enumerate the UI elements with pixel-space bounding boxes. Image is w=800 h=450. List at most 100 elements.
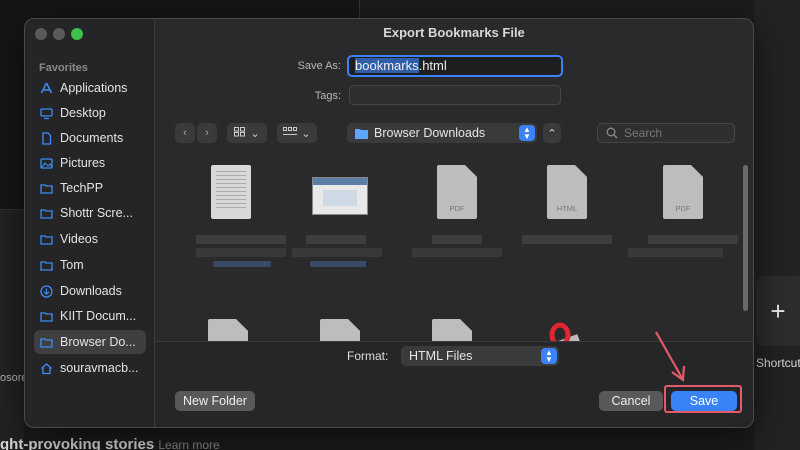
file-type-label: HTML	[556, 204, 578, 213]
file-tag	[213, 261, 271, 267]
forward-button[interactable]: ›	[197, 123, 217, 143]
background-heading: ght-provoking stories Learn more	[0, 436, 220, 450]
save-dialog: Favorites Applications Desktop Documents…	[24, 18, 754, 428]
file-item[interactable]: HTML	[512, 155, 622, 265]
icon-view-button[interactable]: ⌄	[227, 123, 267, 143]
save-as-input[interactable]: bookmarks.html	[347, 55, 563, 77]
filename-extension: .html	[418, 58, 447, 73]
sidebar-item-label: Downloads	[60, 284, 122, 298]
sidebar-item-label: Applications	[60, 81, 128, 95]
file-item[interactable]	[410, 305, 520, 341]
zoom-window-button[interactable]	[71, 28, 83, 40]
format-value: HTML Files	[409, 349, 473, 363]
sidebar-item-home[interactable]: souravmacb...	[34, 356, 146, 380]
background-panel	[754, 0, 800, 450]
sidebar: Favorites Applications Desktop Documents…	[25, 19, 155, 427]
close-window-button[interactable]	[35, 28, 47, 40]
file-item[interactable]	[298, 305, 408, 341]
dialog-title: Export Bookmarks File	[383, 25, 525, 40]
group-view-button[interactable]: ⌄	[277, 123, 317, 143]
file-item[interactable]	[516, 305, 626, 341]
chevron-left-icon: ‹	[183, 127, 187, 139]
sidebar-item-label: Tom	[60, 258, 84, 272]
save-highlight-box	[664, 385, 742, 413]
opera-icon	[535, 322, 585, 341]
filename-selection: bookmarks	[355, 58, 419, 73]
annotation-arrow-icon	[655, 331, 686, 383]
minimize-window-button[interactable]	[53, 28, 65, 40]
sidebar-item-downloads[interactable]: Downloads	[34, 279, 146, 303]
new-folder-button[interactable]: New Folder	[175, 391, 255, 411]
downloads-icon	[39, 284, 53, 298]
file-item[interactable]	[176, 155, 286, 267]
folder-icon	[39, 335, 53, 349]
sidebar-item-videos[interactable]: Videos	[34, 227, 146, 251]
file-name	[196, 235, 286, 244]
file-name	[196, 248, 286, 257]
sidebar-item-label: TechPP	[60, 181, 104, 195]
folder-icon	[39, 181, 53, 195]
file-name	[522, 235, 612, 244]
location-select[interactable]: Browser Downloads ▲ ▼	[347, 123, 537, 143]
html-file-icon: HTML	[547, 165, 587, 219]
sidebar-header: Favorites	[39, 62, 88, 74]
search-input[interactable]: Search	[597, 123, 735, 143]
file-browser: PDF HTML PDF	[156, 155, 753, 341]
search-icon	[606, 127, 618, 139]
updown-chevron-icon: ▲ ▼	[541, 348, 557, 364]
file-name	[306, 235, 366, 244]
file-type-label: PDF	[675, 204, 691, 213]
cancel-button[interactable]: Cancel	[599, 391, 663, 411]
format-select[interactable]: HTML Files ▲ ▼	[401, 346, 559, 366]
sidebar-item-pictures[interactable]: Pictures	[34, 151, 146, 175]
applications-icon	[39, 81, 53, 95]
sidebar-item-documents[interactable]: Documents	[34, 126, 146, 150]
search-placeholder: Search	[624, 126, 663, 140]
sidebar-item-label: Videos	[60, 232, 98, 246]
tags-input[interactable]	[349, 85, 561, 105]
shortcut-label: Shortcut	[756, 356, 800, 370]
sidebar-item-label: Browser Do...	[60, 335, 136, 349]
file-tag	[310, 261, 366, 267]
sidebar-item-tom[interactable]: Tom	[34, 253, 146, 277]
sidebar-item-browser-downloads[interactable]: Browser Do...	[34, 330, 146, 354]
sidebar-item-kiit-documents[interactable]: KIIT Docum...	[34, 304, 146, 328]
scrollbar[interactable]	[743, 165, 748, 311]
chevron-right-icon: ›	[205, 127, 209, 139]
grid-icon	[234, 126, 246, 140]
folder-icon	[39, 258, 53, 272]
sidebar-item-label: Documents	[60, 131, 124, 145]
file-name	[412, 248, 502, 257]
sidebar-item-label: Desktop	[60, 106, 106, 120]
format-label: Format:	[347, 349, 389, 363]
desktop-icon	[39, 106, 53, 120]
sidebar-item-applications[interactable]: Applications	[34, 76, 146, 100]
back-button[interactable]: ‹	[175, 123, 195, 143]
sidebar-item-label: Shottr Scre...	[60, 206, 133, 220]
sidebar-item-label: KIIT Docum...	[60, 309, 137, 323]
sidebar-item-techpp[interactable]: TechPP	[34, 176, 146, 200]
document-icon	[39, 131, 53, 145]
file-name	[648, 235, 738, 244]
file-item[interactable]	[186, 305, 296, 341]
file-item[interactable]	[290, 155, 400, 267]
plus-icon: +	[756, 276, 800, 346]
sidebar-item-desktop[interactable]: Desktop	[34, 101, 146, 125]
sidebar-item-shottr-screenshots[interactable]: Shottr Scre...	[34, 201, 146, 225]
save-as-label: Save As:	[297, 60, 341, 72]
file-item[interactable]: PDF	[402, 155, 512, 265]
file-name	[628, 248, 723, 257]
tags-label: Tags:	[314, 90, 341, 102]
collapse-button[interactable]: ⌃	[543, 123, 561, 143]
chevron-down-icon: ⌄	[250, 127, 260, 140]
file-item[interactable]: PDF	[628, 155, 738, 265]
file-type-label: PDF	[449, 204, 465, 213]
file-name	[292, 248, 382, 257]
screenshot-thumbnail	[312, 177, 368, 215]
sidebar-item-label: Pictures	[60, 156, 106, 170]
chevron-up-icon: ⌃	[547, 127, 557, 140]
document-icon	[320, 319, 360, 341]
document-thumbnail	[211, 165, 251, 219]
updown-chevron-icon: ▲ ▼	[519, 125, 535, 141]
chevron-down-icon: ⌄	[301, 127, 311, 140]
